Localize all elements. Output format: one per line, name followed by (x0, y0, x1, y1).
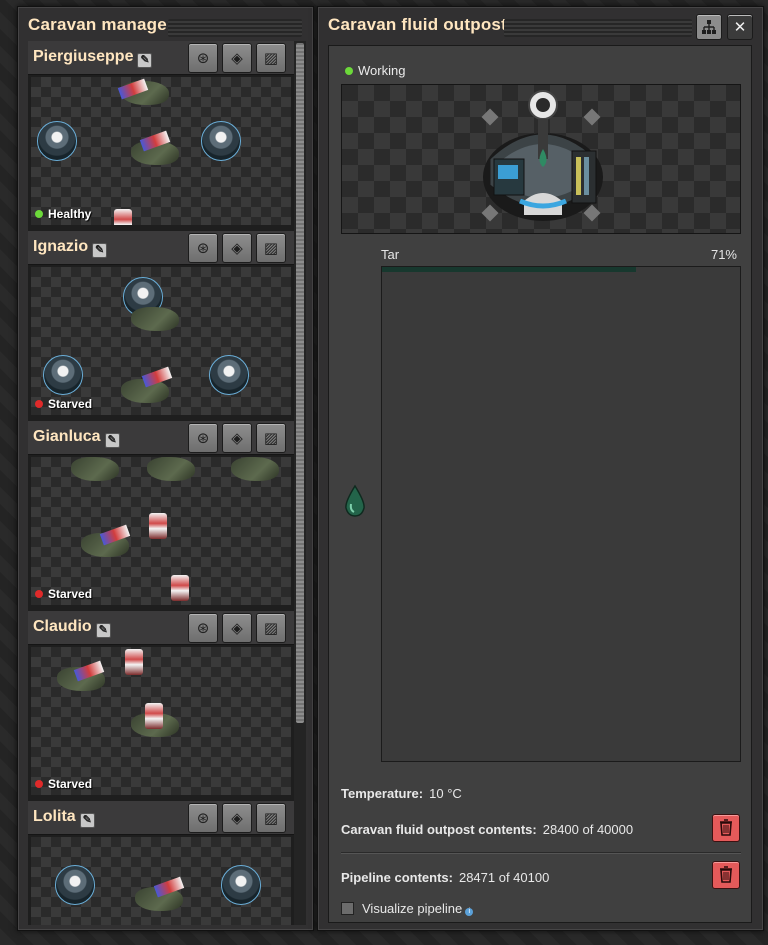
caravan-manager-title: Caravan manager (28, 15, 174, 34)
rename-icon[interactable]: ✎ (137, 53, 153, 68)
caravan-creature (147, 457, 195, 481)
fluid-percent: 71% (710, 247, 737, 262)
outpost-sprite (201, 121, 241, 161)
info-icon[interactable]: i (465, 908, 474, 916)
fluid-name: Tar (381, 247, 400, 262)
caravan-name: Gianluca ✎ (33, 428, 120, 448)
caravan-header: Gianluca ✎ ⊛ ◈ ▨ (28, 421, 294, 455)
rename-icon[interactable]: ✎ (95, 623, 111, 638)
status-dot (35, 400, 43, 408)
remote-view-button[interactable]: ◈ (222, 423, 252, 453)
caravan-creature (131, 307, 179, 331)
caravan-status: Starved (35, 777, 92, 791)
remote-view-button[interactable]: ◈ (222, 233, 252, 263)
rename-icon[interactable]: ✎ (79, 813, 95, 828)
working-status: Working (345, 63, 405, 78)
caravan-name: Ignazio ✎ (33, 238, 108, 258)
outpost-content-frame: Working Tar 71% Temperature: 10 °C Carav… (328, 45, 752, 923)
visualize-pipeline-label: Visualize pipeline (362, 901, 463, 916)
fluid-level-bar (381, 266, 741, 762)
caravan-header: Claudio ✎ ⊛ ◈ ▨ (28, 611, 294, 645)
follow-caravan-button[interactable]: ⊛ (188, 233, 218, 263)
network-icon-button[interactable] (696, 14, 722, 40)
entity-preview[interactable] (341, 84, 741, 234)
caravan-cargo (171, 575, 189, 601)
caravan-name: Lolita ✎ (33, 808, 95, 828)
trash-icon (720, 866, 732, 883)
status-dot (345, 67, 353, 75)
outpost-sprite (221, 865, 261, 905)
caravan-entry: Gianluca ✎ ⊛ ◈ ▨ Starved (28, 421, 294, 607)
caravan-status: Starved (35, 587, 92, 601)
clear-outpost-contents-button[interactable] (712, 814, 740, 842)
caravan-creature (231, 457, 279, 481)
caravan-entry: Ignazio ✎ ⊛ ◈ ▨ Starved (28, 231, 294, 417)
fluid-drop-icon (345, 484, 365, 517)
follow-caravan-button[interactable]: ⊛ (188, 423, 218, 453)
remote-view-button[interactable]: ◈ (222, 803, 252, 833)
outpost-contents-row: Caravan fluid outpost contents: 28400 of … (341, 822, 634, 837)
trash-icon (720, 819, 732, 836)
pipeline-contents-row: Pipeline contents: 28471 of 40100 (341, 870, 550, 885)
caravan-manager-window: Caravan manager Piergiuseppe ✎ ⊛ ◈ ▨ Hea… (17, 6, 314, 931)
network-icon (702, 20, 716, 34)
map-view-button[interactable]: ▨ (256, 803, 286, 833)
caravan-cargo (149, 513, 167, 539)
caravan-entry: Piergiuseppe ✎ ⊛ ◈ ▨ Healthy (28, 41, 294, 227)
visualize-pipeline-row: Visualize pipeline i (341, 901, 474, 916)
map-view-button[interactable]: ▨ (256, 613, 286, 643)
caravan-list-scrollbar[interactable] (294, 41, 306, 925)
section-divider (341, 852, 741, 854)
close-button[interactable]: ✕ (727, 14, 753, 40)
caravan-camera-view[interactable]: Starved (31, 647, 291, 795)
follow-caravan-button[interactable]: ⊛ (188, 803, 218, 833)
remote-view-button[interactable]: ◈ (222, 43, 252, 73)
map-view-button[interactable]: ▨ (256, 43, 286, 73)
map-view-button[interactable]: ▨ (256, 233, 286, 263)
follow-caravan-button[interactable]: ⊛ (188, 43, 218, 73)
outpost-sprite (55, 865, 95, 905)
caravan-cargo (145, 703, 163, 729)
outpost-sprite (43, 355, 83, 395)
status-dot (35, 780, 43, 788)
title-drag-handle[interactable] (504, 19, 692, 37)
caravan-header: Lolita ✎ ⊛ ◈ ▨ (28, 801, 294, 835)
outpost-sprite (209, 355, 249, 395)
caravan-creature (71, 457, 119, 481)
caravan-entry: Lolita ✎ ⊛ ◈ ▨ (28, 801, 294, 925)
temperature-row: Temperature: 10 °C (341, 786, 462, 801)
fluid-level-fill (382, 267, 637, 272)
status-dot (35, 590, 43, 598)
scrollbar-thumb[interactable] (296, 43, 304, 723)
title-drag-handle[interactable] (168, 19, 302, 37)
caravan-camera-view[interactable]: Starved (31, 457, 291, 605)
caravan-status: Starved (35, 397, 92, 411)
fluid-outpost-sprite (481, 90, 603, 222)
caravan-header: Ignazio ✎ ⊛ ◈ ▨ (28, 231, 294, 265)
outpost-sprite (37, 121, 77, 161)
caravan-header: Piergiuseppe ✎ ⊛ ◈ ▨ (28, 41, 294, 75)
caravan-camera-view[interactable] (31, 837, 291, 925)
caravan-camera-view[interactable]: Starved (31, 267, 291, 415)
follow-caravan-button[interactable]: ⊛ (188, 613, 218, 643)
clear-pipeline-contents-button[interactable] (712, 861, 740, 889)
caravan-name: Piergiuseppe ✎ (33, 48, 153, 68)
outpost-title: Caravan fluid outpost (328, 15, 507, 34)
rename-icon[interactable]: ✎ (104, 433, 120, 448)
status-dot (35, 210, 43, 218)
visualize-pipeline-checkbox[interactable] (341, 902, 354, 915)
caravan-status: Healthy (35, 207, 91, 221)
close-icon: ✕ (733, 18, 747, 36)
remote-view-button[interactable]: ◈ (222, 613, 252, 643)
caravan-entry: Claudio ✎ ⊛ ◈ ▨ Starved (28, 611, 294, 797)
caravan-name: Claudio ✎ (33, 618, 111, 638)
caravan-cargo (125, 649, 143, 675)
rename-icon[interactable]: ✎ (92, 243, 108, 258)
caravan-cargo (114, 209, 132, 225)
caravan-camera-view[interactable]: Healthy (31, 77, 291, 225)
fluid-outpost-window: Caravan fluid outpost ✕ Working Tar 71% … (317, 6, 764, 931)
caravan-list: Piergiuseppe ✎ ⊛ ◈ ▨ Healthy Ignazio ✎ ⊛… (28, 41, 294, 925)
map-view-button[interactable]: ▨ (256, 423, 286, 453)
